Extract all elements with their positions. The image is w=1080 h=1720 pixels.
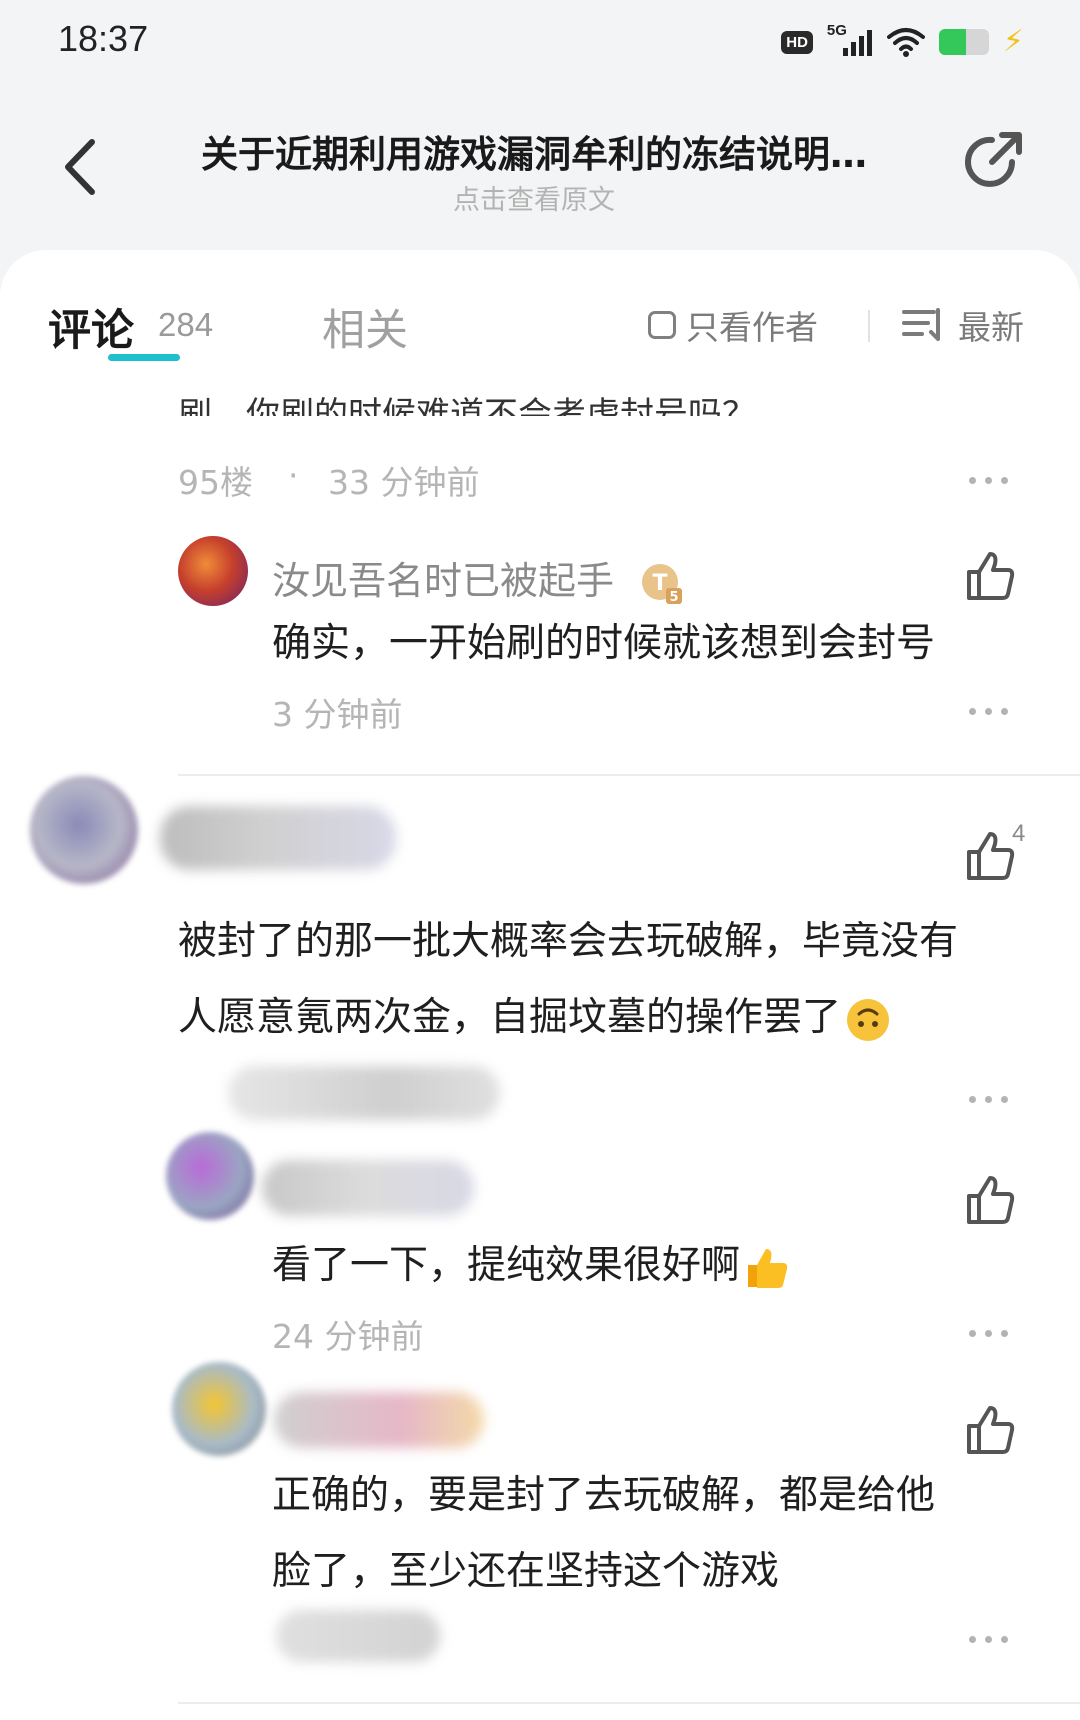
- blurred-meta: [228, 1066, 500, 1120]
- sort-label: 最新: [958, 308, 1024, 347]
- active-tab-indicator: [108, 354, 180, 361]
- blurred-username: [274, 1392, 484, 1448]
- reply-text-line: 脸了，至少还在坚持这个游戏: [272, 1549, 780, 1594]
- divider: [868, 310, 870, 342]
- view-original-link[interactable]: 点击查看原文: [154, 178, 914, 217]
- more-options-icon[interactable]: [966, 467, 1012, 491]
- more-options-icon[interactable]: [966, 698, 1012, 722]
- tab-comments[interactable]: 评论: [48, 296, 134, 358]
- level-badge: T 5: [642, 563, 683, 605]
- avatar[interactable]: [172, 1362, 266, 1456]
- signal-5g-icon: 5G: [827, 22, 873, 58]
- reply-text-line: 正确的，要是封了去玩破解，都是给他: [272, 1473, 936, 1518]
- avatar[interactable]: [178, 536, 248, 606]
- blurred-meta: [276, 1610, 440, 1662]
- back-button[interactable]: [56, 130, 108, 200]
- tab-related[interactable]: 相关: [322, 296, 408, 358]
- like-button[interactable]: [962, 548, 1018, 604]
- comment-divider: [178, 774, 1080, 776]
- more-options-icon[interactable]: [966, 1320, 1012, 1344]
- sort-button[interactable]: 最新: [902, 302, 1024, 348]
- sort-icon: [902, 308, 940, 341]
- status-time: 18:37: [58, 18, 149, 59]
- top-navigation: 关于近期利用游戏漏洞牟利的冻结说明… 点击查看原文: [0, 90, 1080, 240]
- upside-down-face-icon: [847, 998, 890, 1041]
- comments-count: 284: [158, 306, 214, 343]
- svg-text:T: T: [653, 571, 668, 596]
- meta-separator: ·: [288, 456, 299, 495]
- reply-time: 24 分钟前: [272, 1317, 424, 1356]
- comment-text-line: 被封了的那一批大概率会去玩破解，毕竟没有: [178, 919, 959, 964]
- like-count: 4: [1012, 820, 1026, 847]
- reply-username[interactable]: 汝见吾名时已被起手 T 5: [272, 550, 684, 606]
- checkbox-icon: [648, 311, 676, 339]
- thumbs-up-icon: [748, 1248, 788, 1288]
- only-author-label: 只看作者: [686, 308, 818, 347]
- like-button[interactable]: [962, 1172, 1018, 1228]
- more-options-icon[interactable]: [966, 1086, 1012, 1110]
- comment-text-cut: 刷，你刷的时候难道不会考虑封号吗？: [178, 395, 756, 416]
- wifi-icon: [886, 28, 925, 57]
- blurred-username: [262, 1160, 474, 1216]
- post-title[interactable]: 关于近期利用游戏漏洞牟利的冻结说明…: [154, 124, 914, 178]
- comment-text-line: 人愿意氪两次金，自掘坟墓的操作罢了: [178, 980, 891, 1056]
- hd-icon: HD: [781, 30, 813, 54]
- blurred-username: [160, 806, 396, 870]
- status-icons: HD 5G ⚡: [781, 22, 1024, 60]
- reply-text: 看了一下，提纯效果很好啊: [272, 1228, 790, 1304]
- status-bar: 18:37 HD 5G ⚡: [0, 0, 1080, 90]
- floor-number: 95楼: [178, 463, 253, 502]
- only-author-toggle[interactable]: 只看作者: [648, 302, 818, 348]
- more-options-icon[interactable]: [966, 1626, 1012, 1650]
- reply-time: 3 分钟前: [272, 695, 403, 734]
- like-button[interactable]: [962, 828, 1018, 884]
- comment-divider: [178, 1702, 1080, 1704]
- reply-text: 确实，一开始刷的时候就该想到会封号: [272, 621, 936, 666]
- comment-time: 33 分钟前: [328, 463, 480, 502]
- like-button[interactable]: [962, 1402, 1018, 1458]
- charging-bolt-icon: ⚡: [1002, 24, 1024, 59]
- battery-icon: [938, 29, 989, 55]
- svg-text:5: 5: [670, 590, 679, 605]
- share-button[interactable]: [954, 124, 1030, 200]
- avatar[interactable]: [30, 776, 138, 884]
- avatar[interactable]: [166, 1132, 254, 1220]
